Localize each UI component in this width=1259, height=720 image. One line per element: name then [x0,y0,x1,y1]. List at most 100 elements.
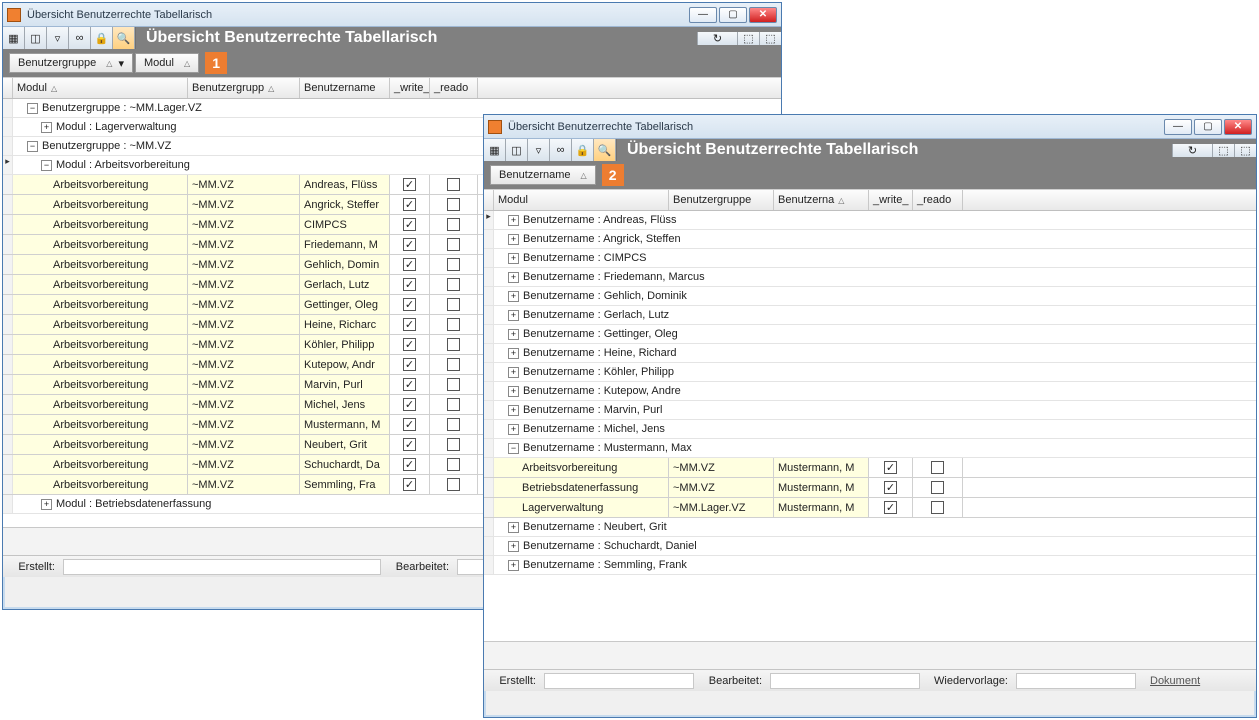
cell-write[interactable]: ✓ [390,315,430,334]
checkbox-icon[interactable] [447,178,460,191]
col-gruppe[interactable]: Benutzergrupp△ [188,78,300,98]
cell-read[interactable] [913,478,963,497]
cell-write[interactable]: ✓ [869,498,913,517]
checkbox-icon[interactable]: ✓ [403,458,416,471]
panel-icon[interactable]: ◫ [506,139,528,161]
expand-icon[interactable]: + [508,329,519,340]
cell-write[interactable]: ✓ [390,235,430,254]
titlebar[interactable]: Übersicht Benutzerrechte Tabellarisch — … [484,115,1256,139]
cell-read[interactable] [430,355,478,374]
cell-read[interactable] [430,295,478,314]
cell-read[interactable] [430,375,478,394]
tree-group-row[interactable]: +Benutzername : Gehlich, Dominik [484,287,1256,306]
cell-read[interactable] [430,455,478,474]
link-icon[interactable]: ∞ [550,139,572,161]
col-write[interactable]: _write_ [869,190,913,210]
tree-group-row[interactable]: +Benutzername : Gerlach, Lutz [484,306,1256,325]
expand-icon[interactable]: + [508,291,519,302]
grid-icon[interactable]: ▦ [3,27,25,49]
checkbox-icon[interactable] [447,438,460,451]
search-icon[interactable]: 🔍 [113,27,135,49]
export-icon[interactable]: ⬚ [737,32,759,45]
checkbox-icon[interactable]: ✓ [403,198,416,211]
tree-group-row[interactable]: +Benutzername : Angrick, Steffen [484,230,1256,249]
checkbox-icon[interactable]: ✓ [403,258,416,271]
expand-icon[interactable]: + [508,310,519,321]
cell-read[interactable] [913,498,963,517]
checkbox-icon[interactable] [447,338,460,351]
checkbox-icon[interactable]: ✓ [403,318,416,331]
cell-read[interactable] [913,458,963,477]
minimize-button[interactable]: — [689,7,717,23]
checkbox-icon[interactable]: ✓ [403,398,416,411]
expand-icon[interactable]: + [508,424,519,435]
expand-icon[interactable]: + [508,560,519,571]
tree-group-row[interactable]: +Benutzername : Andreas, Flüss [484,211,1256,230]
grid-body[interactable]: +Benutzername : Andreas, Flüss+Benutzern… [484,211,1256,641]
collapse-icon[interactable]: − [27,141,38,152]
cell-write[interactable]: ✓ [869,478,913,497]
col-read[interactable]: _reado [913,190,963,210]
expand-icon[interactable]: + [508,215,519,226]
expand-icon[interactable]: + [508,541,519,552]
export-icon[interactable]: ⬚ [1212,144,1234,157]
tree-group-row[interactable]: +Benutzername : Gettinger, Oleg [484,325,1256,344]
grid-header[interactable]: Modul Benutzergruppe Benutzerna△ _write_… [484,189,1256,211]
maximize-button[interactable]: ▢ [719,7,747,23]
cell-write[interactable]: ✓ [390,355,430,374]
cell-write[interactable]: ✓ [390,215,430,234]
tree-group-row[interactable]: +Benutzername : Semmling, Frank [484,556,1256,575]
checkbox-icon[interactable]: ✓ [403,278,416,291]
collapse-icon[interactable]: − [508,443,519,454]
cell-write[interactable]: ✓ [390,395,430,414]
import-icon[interactable]: ⬚ [1234,144,1256,157]
expand-icon[interactable]: + [508,405,519,416]
checkbox-icon[interactable] [447,318,460,331]
checkbox-icon[interactable] [447,258,460,271]
cell-read[interactable] [430,215,478,234]
checkbox-icon[interactable] [447,238,460,251]
col-modul[interactable]: Modul△ [13,78,188,98]
dokument-link[interactable]: Dokument [1142,675,1208,687]
col-write[interactable]: _write_ [390,78,430,98]
tree-group-row[interactable]: +Benutzername : Schuchardt, Daniel [484,537,1256,556]
checkbox-icon[interactable]: ✓ [403,438,416,451]
checkbox-icon[interactable]: ✓ [403,178,416,191]
checkbox-icon[interactable]: ✓ [403,338,416,351]
cell-write[interactable]: ✓ [390,255,430,274]
expand-icon[interactable]: + [41,499,52,510]
checkbox-icon[interactable]: ✓ [403,378,416,391]
expand-icon[interactable]: + [508,234,519,245]
collapse-icon[interactable]: − [27,103,38,114]
import-icon[interactable]: ⬚ [759,32,781,45]
close-button[interactable]: ✕ [749,7,777,23]
checkbox-icon[interactable] [447,278,460,291]
col-read[interactable]: _reado [430,78,478,98]
checkbox-icon[interactable] [447,218,460,231]
tree-group-row[interactable]: +Benutzername : CIMPCS [484,249,1256,268]
cell-write[interactable]: ✓ [390,455,430,474]
checkbox-icon[interactable]: ✓ [884,461,897,474]
grid-header[interactable]: Modul△ Benutzergrupp△ Benutzername _writ… [3,77,781,99]
checkbox-icon[interactable]: ✓ [403,238,416,251]
expand-icon[interactable]: + [508,522,519,533]
expand-icon[interactable]: + [508,367,519,378]
checkbox-icon[interactable]: ✓ [403,478,416,491]
collapse-icon[interactable]: − [41,160,52,171]
cell-write[interactable]: ✓ [390,375,430,394]
cell-read[interactable] [430,255,478,274]
checkbox-icon[interactable]: ✓ [403,218,416,231]
titlebar[interactable]: Übersicht Benutzerrechte Tabellarisch — … [3,3,781,27]
cell-write[interactable]: ✓ [390,335,430,354]
tree-group-row[interactable]: +Benutzername : Heine, Richard [484,344,1256,363]
checkbox-icon[interactable] [447,198,460,211]
checkbox-icon[interactable]: ✓ [884,481,897,494]
expand-icon[interactable]: + [508,272,519,283]
cell-write[interactable]: ✓ [390,415,430,434]
tree-group-row[interactable]: +Benutzername : Kutepow, Andre [484,382,1256,401]
table-row[interactable]: Betriebsdatenerfassung~MM.VZMustermann, … [484,478,1256,498]
checkbox-icon[interactable]: ✓ [403,418,416,431]
filter-icon[interactable]: ▿ [47,27,69,49]
cell-read[interactable] [430,475,478,494]
cell-write[interactable]: ✓ [390,275,430,294]
